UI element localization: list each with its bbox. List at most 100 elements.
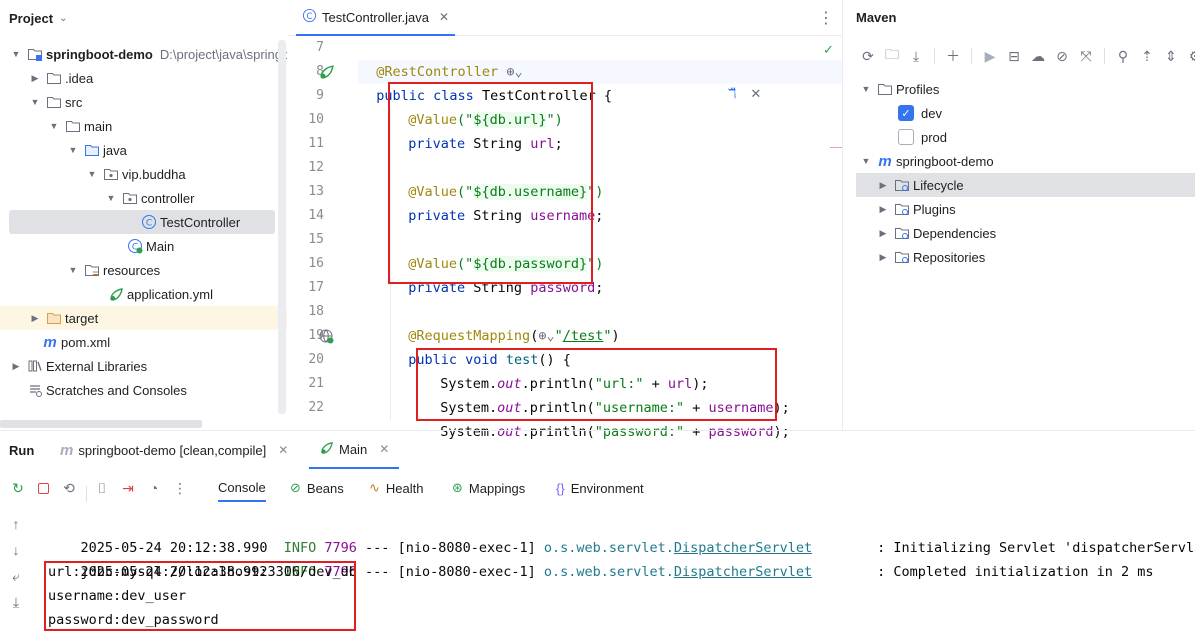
console-tab-beans[interactable]: ⊘ Beans — [290, 478, 344, 498]
tree-item-main-class[interactable]: C Main — [0, 234, 287, 258]
checkbox-unchecked[interactable] — [898, 129, 914, 145]
tree-item-testcontroller[interactable]: C TestController — [9, 210, 275, 234]
chevron-down-icon[interactable]: ▼ — [66, 145, 80, 155]
package-icon — [103, 166, 119, 182]
run-tab-maven[interactable]: m springboot-demo [clean,compile] ✕ — [60, 431, 288, 469]
tree-item-controller[interactable]: ▼ controller — [0, 186, 287, 210]
log-logger-link[interactable]: DispatcherServlet — [674, 564, 812, 580]
tree-item-project-root[interactable]: ▼ springboot-demo D:\project\java\spring… — [0, 42, 287, 66]
add-folder-icon[interactable]: 🗀 — [880, 44, 904, 68]
offline-icon[interactable]: ☁ — [1026, 44, 1050, 68]
folder-icon — [46, 70, 62, 86]
profiler-icon[interactable]: ◔ — [142, 476, 166, 500]
close-icon[interactable]: ✕ — [278, 443, 288, 457]
chevron-right-icon[interactable]: ▶ — [9, 361, 23, 372]
tree-item-package[interactable]: ▼ vip.buddha — [0, 162, 287, 186]
error-stripe-marker[interactable] — [830, 147, 842, 148]
close-icon[interactable]: ✕ — [379, 442, 389, 456]
project-vertical-scrollbar[interactable] — [278, 40, 286, 414]
toolbar-separator — [86, 486, 87, 502]
settings-icon[interactable]: ⚙ — [1183, 44, 1195, 68]
console-tab-mappings[interactable]: ⊛ Mappings — [452, 478, 525, 498]
expand-icon[interactable]: ⇕ — [1159, 44, 1183, 68]
collapse-all-icon[interactable]: ⇡ — [1135, 44, 1159, 68]
web-endpoint-gutter-icon[interactable] — [318, 328, 334, 347]
collapse-icon[interactable]: ⤧ — [1074, 44, 1098, 68]
run-tab-main[interactable]: Main ✕ — [309, 431, 400, 469]
resources-folder-icon — [84, 262, 100, 278]
code-line-18: @RequestMapping(⊕⌄"/test") — [392, 300, 619, 344]
tree-item-idea[interactable]: ▶ .idea — [0, 66, 287, 90]
scroll-to-end-icon[interactable]: ⤓ — [4, 590, 28, 614]
chevron-right-icon[interactable]: ▶ — [28, 73, 42, 84]
maven-node-lifecycle[interactable]: ▶ Lifecycle — [856, 173, 1195, 197]
console-tab-label: Environment — [570, 480, 644, 496]
maven-profile-dev[interactable]: ✓ dev — [898, 101, 942, 125]
skip-tests-icon[interactable]: ⊘ — [1050, 44, 1074, 68]
line-number: 15 — [308, 232, 324, 247]
maven-node-dependencies[interactable]: ▶ Dependencies — [876, 221, 997, 245]
tree-item-external-libraries[interactable]: ▶ External Libraries — [0, 354, 287, 378]
project-panel-header[interactable]: Project ⌄ — [0, 0, 287, 36]
code-vision-icon[interactable]: ℸ̈ — [728, 86, 736, 102]
tree-item-resources[interactable]: ▼ resources — [0, 258, 287, 282]
soft-wrap-icon[interactable]: ⤶ — [4, 564, 28, 588]
tree-item-application-yml[interactable]: application.yml — [0, 282, 287, 306]
close-icon[interactable]: ✕ — [750, 86, 761, 102]
tree-item-src[interactable]: ▼ src — [0, 90, 287, 114]
tree-item-java[interactable]: ▼ java — [0, 138, 287, 162]
stop-icon[interactable] — [31, 476, 55, 500]
console-tab-environment[interactable]: {} Environment — [556, 478, 644, 498]
download-icon[interactable]: ⤓ — [904, 44, 928, 68]
maven-profile-prod[interactable]: prod — [898, 125, 947, 149]
console-tab-console[interactable]: Console — [218, 474, 266, 502]
tree-item-main[interactable]: ▼ main — [0, 114, 287, 138]
maven-node-plugins[interactable]: ▶ Plugins — [876, 197, 956, 221]
project-horizontal-scrollbar[interactable] — [0, 420, 202, 428]
line-number: 13 — [308, 184, 324, 199]
reload-icon[interactable]: ⟳ — [856, 44, 880, 68]
tree-item-target[interactable]: ▶ target — [0, 306, 287, 330]
add-icon[interactable]: ＋ — [941, 44, 965, 68]
more-options-icon[interactable]: ⋮ — [168, 476, 192, 500]
chevron-down-icon[interactable]: ▼ — [859, 84, 873, 94]
checkbox-checked[interactable]: ✓ — [898, 105, 914, 121]
line-number: 12 — [308, 160, 324, 175]
show-dependencies-icon[interactable]: ⚲ — [1111, 44, 1135, 68]
chevron-down-icon[interactable]: ▼ — [66, 265, 80, 275]
chevron-right-icon[interactable]: ▶ — [28, 313, 42, 324]
tree-item-scratches[interactable]: Scratches and Consoles — [0, 378, 287, 402]
chevron-down-icon[interactable]: ▼ — [85, 169, 99, 179]
chevron-down-icon[interactable]: ▼ — [104, 193, 118, 203]
maven-project-node[interactable]: ▼ m springboot-demo — [859, 149, 994, 173]
arrow-up-icon[interactable]: ↑ — [4, 512, 28, 536]
maven-profiles-node[interactable]: ▼ Profiles — [859, 77, 940, 101]
chevron-down-icon[interactable]: ▼ — [28, 97, 42, 107]
chevron-right-icon[interactable]: ▶ — [876, 228, 890, 239]
camera-icon[interactable]: ⌷ — [90, 476, 114, 500]
close-icon[interactable]: ✕ — [439, 10, 449, 24]
rerun-icon[interactable]: ↻ — [6, 476, 30, 500]
maven-node-repositories[interactable]: ▶ Repositories — [876, 245, 986, 269]
run-icon[interactable]: ▶ — [978, 44, 1002, 68]
restart-icon[interactable]: ⟲ — [57, 476, 81, 500]
chevron-down-icon[interactable]: ▼ — [9, 49, 23, 59]
chevron-right-icon[interactable]: ▶ — [876, 180, 890, 191]
editor-tab-testcontroller[interactable]: C TestController.java ✕ — [296, 0, 456, 36]
chevron-down-icon[interactable]: ▼ — [47, 121, 61, 131]
maven-node-label: Dependencies — [913, 225, 997, 241]
tree-item-pom[interactable]: m pom.xml — [0, 330, 287, 354]
spring-bean-gutter-icon[interactable] — [318, 63, 335, 83]
inspection-ok-icon[interactable]: ✓ — [823, 42, 834, 58]
arrow-down-icon[interactable]: ↓ — [4, 538, 28, 562]
project-panel: Project ⌄ ▼ springboot-demo D:\project\j… — [0, 0, 287, 430]
chevron-down-icon[interactable]: ⌄ — [59, 13, 67, 24]
chevron-right-icon[interactable]: ▶ — [876, 204, 890, 215]
execute-goal-icon[interactable]: ⊟ — [1002, 44, 1026, 68]
export-icon[interactable]: ⇥ — [116, 476, 140, 500]
chevron-right-icon[interactable]: ▶ — [876, 252, 890, 263]
chevron-down-icon[interactable]: ▼ — [859, 156, 873, 166]
more-options-icon[interactable]: ⋮ — [818, 8, 834, 28]
scratches-icon — [27, 382, 43, 398]
console-tab-health[interactable]: ∿ Health — [369, 478, 423, 498]
